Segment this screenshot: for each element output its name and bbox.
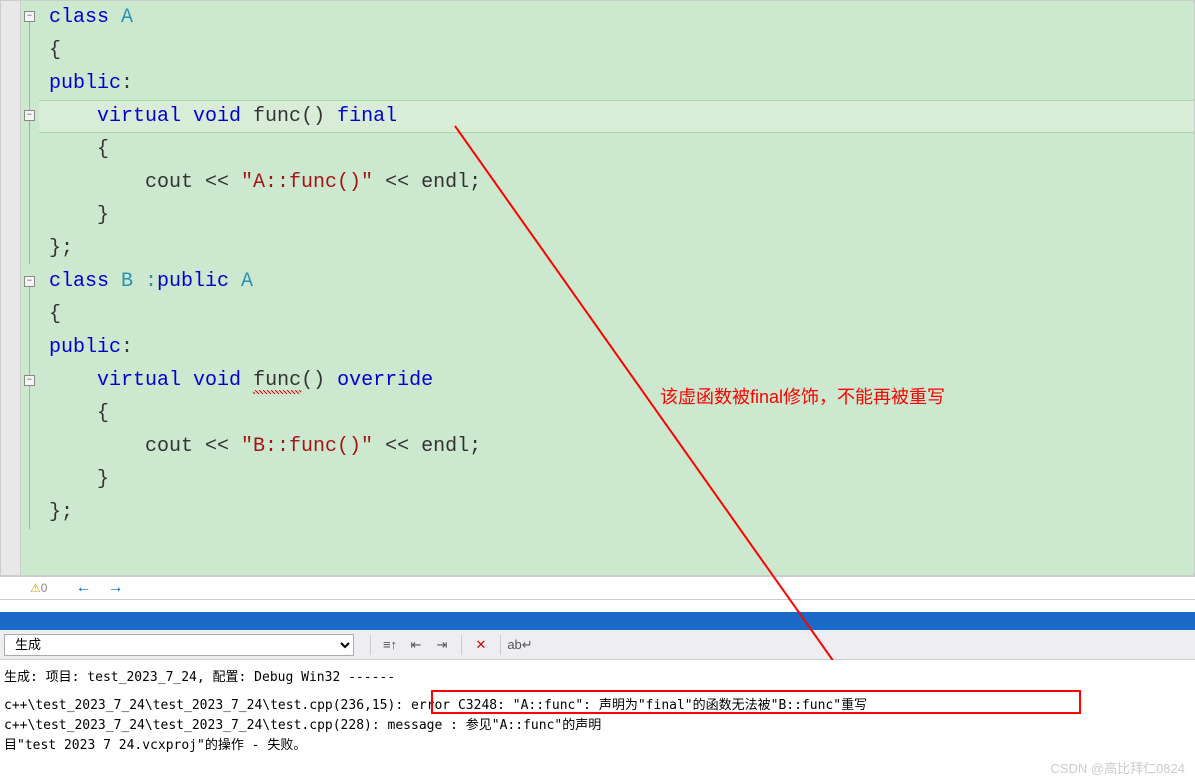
- output-line: c++\test_2023_7_24\test_2023_7_24\test.c…: [4, 716, 1191, 736]
- code-content[interactable]: class A { public: virtual void func() fi…: [39, 1, 1194, 575]
- output-line: 生成: 项目: test_2023_7_24, 配置: Debug Win32 …: [4, 668, 1191, 688]
- output-source-dropdown[interactable]: 生成: [4, 634, 354, 656]
- type-name: A: [229, 270, 253, 293]
- separator: [370, 635, 371, 655]
- brace: {: [49, 34, 1194, 67]
- word-wrap-button[interactable]: ab↵: [509, 634, 531, 656]
- keyword-final: final: [337, 105, 397, 128]
- status-bar: ⚠ 0 ← →: [0, 576, 1195, 600]
- error-func: func: [253, 369, 301, 394]
- prev-message-button[interactable]: ≡↑: [379, 634, 401, 656]
- spacer: [0, 600, 1195, 612]
- keyword-public: public: [49, 72, 121, 95]
- fold-line: [29, 22, 30, 264]
- keyword-override: override: [337, 369, 433, 392]
- type-name: B :: [109, 270, 157, 293]
- output-panel[interactable]: 生成: 项目: test_2023_7_24, 配置: Debug Win32 …: [0, 660, 1195, 764]
- panel-header[interactable]: [0, 612, 1195, 630]
- fold-toggle[interactable]: −: [24, 276, 35, 287]
- clear-button[interactable]: ✕: [470, 634, 492, 656]
- keyword-class: class: [49, 270, 109, 293]
- nav-forward-button[interactable]: →: [107, 579, 123, 597]
- annotation-text: 该虚函数被final修饰，不能再被重写: [660, 383, 945, 409]
- fold-column[interactable]: − − − −: [21, 1, 39, 575]
- gutter: [1, 1, 21, 575]
- code-editor[interactable]: − − − − class A { public: virtual void f…: [0, 0, 1195, 576]
- output-toolbar: 生成 ≡↑ ⇤ ⇥ ✕ ab↵: [0, 630, 1195, 660]
- fold-line: [29, 287, 30, 529]
- string-literal: "B::func()": [241, 435, 373, 458]
- fold-toggle[interactable]: −: [24, 110, 35, 121]
- output-error-line: c++\test_2023_7_24\test_2023_7_24\test.c…: [4, 696, 1191, 716]
- keyword-virtual: virtual: [97, 369, 181, 392]
- separator: [461, 635, 462, 655]
- keyword-void: void: [181, 105, 241, 128]
- keyword-public: public: [49, 336, 121, 359]
- keyword-virtual: virtual: [97, 105, 181, 128]
- indent-button[interactable]: ⇥: [431, 634, 453, 656]
- warning-icon: ⚠: [30, 581, 41, 595]
- keyword-public: public: [157, 270, 229, 293]
- nav-back-button[interactable]: ←: [75, 579, 91, 597]
- output-line: 目"test 2023 7 24.vcxproj"的操作 - 失败。: [4, 736, 1191, 756]
- watermark: CSDN @高比拜仁0824: [1050, 758, 1185, 777]
- warning-count: 0: [41, 581, 48, 595]
- fold-toggle[interactable]: −: [24, 375, 35, 386]
- outdent-button[interactable]: ⇤: [405, 634, 427, 656]
- separator: [500, 635, 501, 655]
- type-name: A: [109, 6, 133, 29]
- fold-toggle[interactable]: −: [24, 11, 35, 22]
- string-literal: "A::func()": [241, 171, 373, 194]
- keyword-void: void: [181, 369, 241, 392]
- keyword-class: class: [49, 6, 109, 29]
